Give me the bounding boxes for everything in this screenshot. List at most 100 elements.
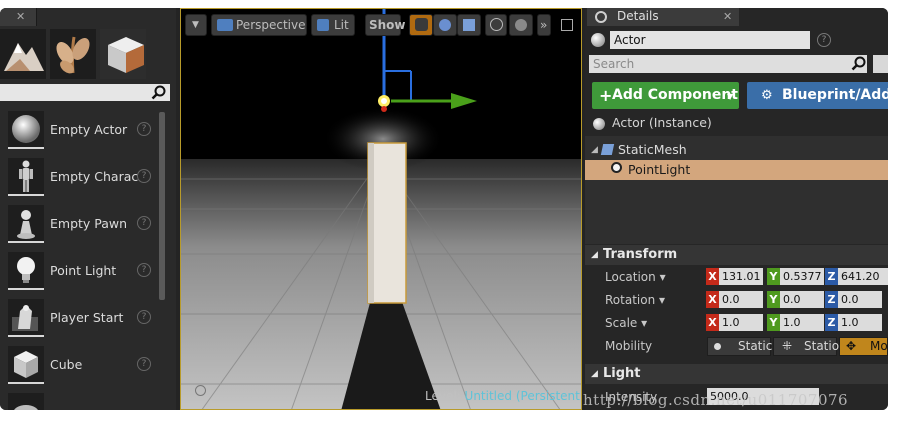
more-tools-button[interactable]: » [537,14,551,36]
place-search-input[interactable] [0,84,170,101]
details-tab-label: Details [617,9,659,23]
place-tab[interactable]: ✕ [0,8,37,26]
world-local-button[interactable] [485,14,507,36]
place-item-label: Empty Pawn [50,216,128,231]
axis-y-badge: Y [767,291,780,308]
mobility-stationary-button[interactable]: ⁜ Statio [773,337,839,356]
light-section-header[interactable]: ◢ Light [585,364,888,384]
component-row-pointlight[interactable]: PointLight [585,160,888,180]
help-icon[interactable]: ? [137,216,151,230]
search-icon [851,56,866,71]
mobility-label: Mobility [605,339,653,353]
rotation-y-input[interactable]: 0.0 [780,291,824,308]
scale-z-input[interactable]: 1.0 [838,314,882,331]
location-y-input[interactable]: 0.5377 [780,268,824,285]
blueprint-add-script-button[interactable]: ⚙ Blueprint/Add S [747,82,888,109]
viewport-options-button[interactable]: ▼ [185,14,207,36]
location-row: Location ▾ X 131.01 Y 0.5377 Z 641.20 [585,266,888,289]
blueprint-label: Blueprint/Add S [782,87,888,103]
scale-x-input[interactable]: 1.0 [719,314,763,331]
component-label: StaticMesh [618,142,687,157]
help-icon[interactable]: ? [137,357,151,371]
box-icon [108,37,144,73]
scale-icon [463,19,475,31]
scale-row: Scale ▾ X 1.0 Y 1.0 Z 1.0 [585,312,888,335]
place-item-point-light[interactable]: Point Light ? [0,249,160,295]
axis-x-badge: X [706,291,719,308]
details-panel: Details ✕ Actor ? Search + Add Component… [585,8,888,410]
translate-mode-button[interactable] [409,14,433,36]
sphere-icon [12,115,40,143]
place-scrollbar[interactable] [159,112,165,300]
rotation-x-input[interactable]: 0.0 [719,291,763,308]
actor-name-input[interactable]: Actor [610,31,810,49]
thumbnail [8,158,44,196]
view-options-icon[interactable] [873,55,888,73]
category-basic[interactable] [100,29,146,79]
thumbnail [8,393,44,410]
transform-title: Transform [603,247,678,262]
level-viewport[interactable]: ▼ Perspective Lit Show » Level: Untitled… [180,8,582,410]
scale-mode-button[interactable] [457,14,481,36]
player-start-icon [12,305,38,331]
category-geometry[interactable] [0,29,46,79]
show-button[interactable]: Show [365,14,406,36]
rotation-label[interactable]: Rotation ▾ [605,293,665,307]
surface-snap-button[interactable] [509,14,533,36]
rotate-icon [439,19,451,31]
place-item-empty-pawn[interactable]: Empty Pawn ? [0,202,160,248]
scale-label[interactable]: Scale ▾ [605,316,647,330]
help-icon[interactable]: ? [137,310,151,324]
location-x-input[interactable]: 131.01 [719,268,763,285]
place-item-player-start[interactable]: Player Start ? [0,296,160,342]
pawn-icon [17,210,35,239]
rotate-mode-button[interactable] [433,14,457,36]
transform-section-header[interactable]: ◢ Transform [585,245,888,265]
component-tree: ◢ StaticMesh PointLight [585,136,888,244]
category-foliage[interactable] [50,29,96,79]
rotation-z-input[interactable]: 0.0 [838,291,882,308]
place-item-label: Player Start [50,310,124,325]
place-item-label: Point Light [50,263,117,278]
add-component-button[interactable]: + Add Component ▼ [592,82,739,109]
lit-button[interactable]: Lit [311,14,355,36]
leaf-icon [56,36,90,74]
axis-z-badge: Z [825,268,838,285]
expand-arrow-icon[interactable]: ◢ [591,140,598,160]
mobility-option-label: Static [738,339,773,353]
place-item-empty-character[interactable]: Empty Charac ? [0,155,160,201]
close-icon[interactable]: ✕ [16,10,25,23]
place-item-sphere-partial[interactable] [0,390,160,410]
location-z-input[interactable]: 641.20 [838,268,888,285]
scale-y-input[interactable]: 1.0 [780,314,824,331]
maximize-viewport-icon[interactable] [561,19,573,31]
sphere-icon [13,405,39,410]
help-icon[interactable]: ? [137,263,151,277]
close-icon[interactable]: ✕ [723,10,732,23]
mobility-static-button[interactable]: Static [707,337,773,356]
details-search-input[interactable]: Search [589,55,867,73]
collapse-arrow-icon: ◢ [591,369,598,379]
mobility-movable-button[interactable]: ✥ Mo [839,337,888,356]
location-label[interactable]: Location ▾ [605,270,666,284]
thumbnail [8,252,44,290]
help-icon[interactable]: ? [137,122,151,136]
actor-sphere-icon [591,33,605,47]
chevron-down-icon: ▼ [727,92,734,101]
component-row-staticmesh[interactable]: ◢ StaticMesh [585,140,888,160]
move-icon [415,18,428,31]
thumbnail [8,299,44,337]
help-icon[interactable]: ? [137,169,151,183]
staticmesh-icon [600,144,615,155]
cube-icon [14,351,38,378]
axis-x-badge: X [706,314,719,331]
place-item-empty-actor[interactable]: Empty Actor ? [0,108,160,154]
component-label: PointLight [628,162,691,177]
thumbnail [8,205,44,243]
help-icon[interactable]: ? [817,33,831,47]
place-item-cube[interactable]: Cube ? [0,343,160,389]
details-tab[interactable]: Details ✕ [587,8,739,26]
level-name: Untitled (Persistent) [464,389,582,403]
perspective-button[interactable]: Perspective [211,14,307,36]
actor-instance-label: Actor (Instance) [612,115,712,130]
